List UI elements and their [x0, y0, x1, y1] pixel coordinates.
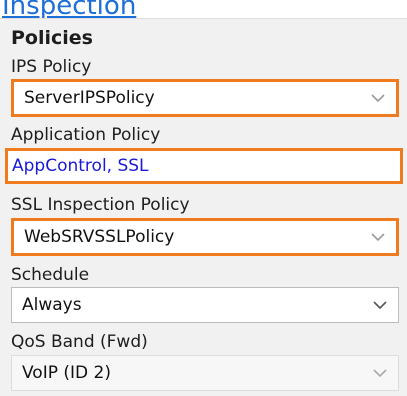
chevron-down-icon	[371, 233, 385, 242]
application-policy-field[interactable]: AppControl, SSL	[5, 148, 403, 184]
policies-section-title: Policies	[11, 27, 93, 49]
qos-band-label: QoS Band (Fwd)	[11, 332, 148, 352]
chevron-down-icon	[373, 301, 387, 310]
ssl-inspection-policy-label: SSL Inspection Policy	[11, 195, 190, 215]
ips-policy-select[interactable]: ServerIPSPolicy	[11, 79, 399, 117]
chevron-down-icon	[371, 94, 385, 103]
schedule-select[interactable]: Always	[11, 287, 399, 323]
qos-band-select[interactable]: VoIP (ID 2)	[11, 355, 399, 391]
ips-policy-value: ServerIPSPolicy	[24, 88, 155, 108]
schedule-label: Schedule	[11, 265, 90, 285]
schedule-value: Always	[22, 295, 82, 315]
application-policy-label: Application Policy	[11, 125, 161, 145]
ssl-inspection-policy-select[interactable]: WebSRVSSLPolicy	[11, 218, 399, 256]
qos-band-value: VoIP (ID 2)	[22, 363, 111, 383]
ips-policy-label: IPS Policy	[11, 57, 92, 77]
policies-panel: Policies IPS Policy ServerIPSPolicy Appl…	[0, 18, 407, 396]
ssl-inspection-policy-value: WebSRVSSLPolicy	[24, 227, 175, 247]
policies-page: Inspection Policies IPS Policy ServerIPS…	[0, 0, 407, 396]
chevron-down-icon	[373, 369, 387, 378]
application-policy-value[interactable]: AppControl, SSL	[12, 156, 149, 176]
